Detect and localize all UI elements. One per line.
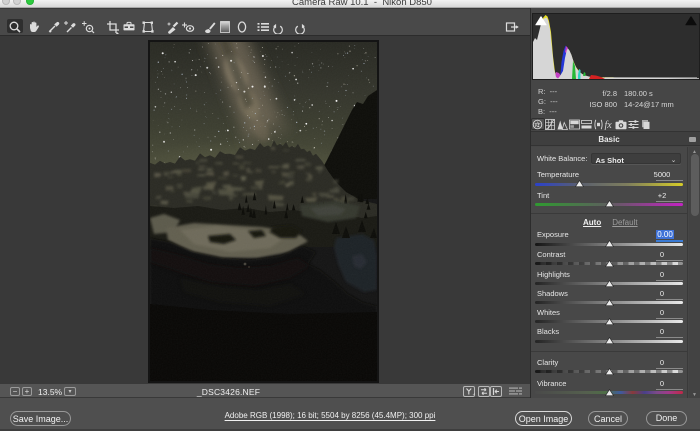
- svg-text:fx: fx: [604, 120, 612, 130]
